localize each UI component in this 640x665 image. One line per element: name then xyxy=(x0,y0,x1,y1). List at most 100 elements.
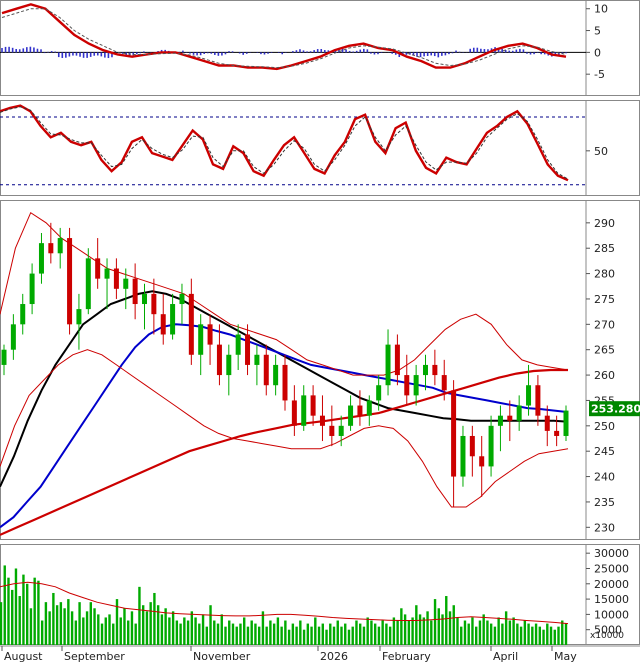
price-candle-down xyxy=(507,415,513,421)
price-ytick-label: 285 xyxy=(594,242,615,255)
volume-bar xyxy=(291,623,295,645)
price-candle-down xyxy=(310,395,316,416)
volume-bar xyxy=(489,623,493,645)
macd-histogram-bar xyxy=(536,52,539,53)
volume-bar xyxy=(70,611,74,645)
macd-histogram-bar xyxy=(540,52,542,55)
volume-bar xyxy=(59,602,63,645)
price-candle-down xyxy=(319,415,325,426)
volume-bar xyxy=(276,617,280,645)
volume-bar xyxy=(74,620,78,645)
price-candle-up xyxy=(20,304,26,325)
macd-histogram-bar xyxy=(480,48,482,53)
macd-histogram-bar xyxy=(50,51,53,53)
price-candle-up xyxy=(226,354,232,376)
macd-histogram-bar xyxy=(483,49,486,53)
volume-bar xyxy=(362,626,366,645)
macd-histogram-bar xyxy=(292,51,294,53)
volume-bar xyxy=(112,623,115,645)
volume-bar xyxy=(347,629,351,645)
volume-bar xyxy=(396,620,399,645)
time-axis-label: May xyxy=(554,650,577,663)
volume-bar xyxy=(433,599,437,645)
macd-histogram-bar xyxy=(43,52,46,54)
price-candle-up xyxy=(273,364,279,386)
macd-histogram-bar xyxy=(182,50,184,53)
volume-bar xyxy=(254,623,257,645)
volume-bar xyxy=(411,617,414,645)
price-ytick-label: 245 xyxy=(594,445,615,458)
price-candle-down xyxy=(67,238,73,325)
macd-histogram-bar xyxy=(256,52,259,53)
volume-bar xyxy=(201,614,205,645)
macd-histogram-bar xyxy=(192,52,195,55)
macd-histogram-bar xyxy=(33,47,35,53)
macd-histogram-bar xyxy=(203,52,205,54)
volume-bar xyxy=(48,611,51,645)
volume-bar xyxy=(171,611,175,645)
price-candle-down xyxy=(132,278,138,305)
macd-histogram-bar xyxy=(522,49,525,53)
price-candle-down xyxy=(441,375,447,391)
price-candle-down xyxy=(329,425,335,436)
volume-bar xyxy=(486,620,489,645)
price-candle-down xyxy=(245,334,251,365)
volume-bar xyxy=(299,620,302,645)
price-candle-down xyxy=(160,314,166,335)
volume-bar xyxy=(557,626,560,645)
macd-histogram-bar xyxy=(441,52,443,56)
price-candle-down xyxy=(554,430,560,436)
volume-bar xyxy=(33,577,36,645)
volume-bar xyxy=(373,623,377,645)
volume-bar xyxy=(385,623,388,645)
volume-bar xyxy=(474,626,478,645)
volume-bar xyxy=(0,602,3,645)
macd-histogram-bar xyxy=(135,52,138,55)
price-candle-down xyxy=(544,415,550,431)
volume-bar xyxy=(388,626,392,645)
volume-bar xyxy=(250,620,253,645)
volume-bar xyxy=(329,623,332,645)
volume-bar xyxy=(418,614,422,645)
volume-bar xyxy=(63,608,66,645)
macd-histogram-bar xyxy=(366,49,369,53)
price-ytick-label: 230 xyxy=(594,521,615,534)
price-candle-up xyxy=(385,344,391,386)
macd-histogram-bar xyxy=(40,49,42,53)
price-candle-up xyxy=(142,293,147,305)
price-candle-down xyxy=(95,258,101,279)
volume-bar xyxy=(452,605,455,645)
macd-histogram-bar xyxy=(469,48,472,53)
price-candle-down xyxy=(432,364,438,376)
stock-chart: 10 5 0 -5 50 290 285 280 275 270 265 260 255 250 245 24… xyxy=(0,0,640,665)
macd-histogram-bar xyxy=(228,51,230,53)
macd-histogram-bar xyxy=(359,49,362,53)
macd-histogram-bar xyxy=(196,52,198,56)
macd-histogram-bar xyxy=(341,48,344,53)
macd-histogram-bar xyxy=(199,52,202,56)
macd-ytick-label: 5 xyxy=(594,25,601,38)
macd-histogram-bar xyxy=(61,52,64,58)
macd-histogram-bar xyxy=(458,51,461,53)
macd-histogram-bar xyxy=(242,52,245,55)
macd-histogram-bar xyxy=(352,51,354,53)
macd-ytick-label: 10 xyxy=(594,3,608,16)
volume-bar xyxy=(546,623,549,645)
macd-histogram-bar xyxy=(391,52,393,54)
volume-bar xyxy=(29,608,33,645)
price-candle-up xyxy=(254,354,260,365)
volume-bar xyxy=(407,620,411,645)
price-ytick-label: 265 xyxy=(594,344,615,357)
volume-bar xyxy=(370,620,373,645)
price-candle-up xyxy=(301,395,307,426)
macd-histogram-bar xyxy=(89,52,92,57)
volume-ytick-label: 10000 xyxy=(594,608,629,621)
volume-bar xyxy=(295,626,298,645)
macd-histogram-bar xyxy=(79,52,81,57)
price-candle-up xyxy=(563,410,569,436)
macd-histogram-bar xyxy=(377,52,379,55)
macd-histogram-bar xyxy=(36,48,39,53)
macd-histogram-bar xyxy=(189,52,191,54)
volume-bar xyxy=(504,611,508,645)
volume-bar xyxy=(127,620,130,645)
